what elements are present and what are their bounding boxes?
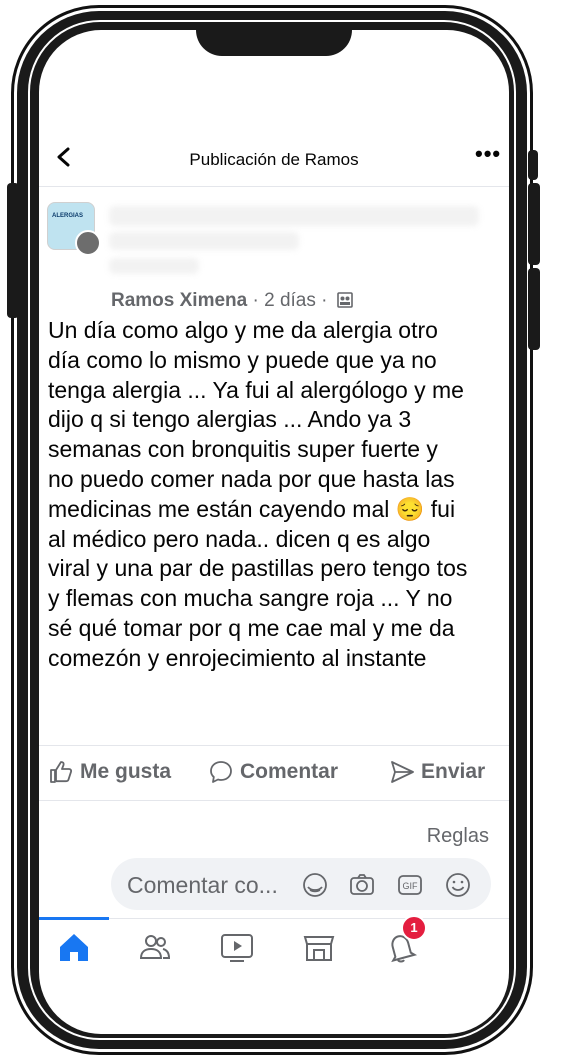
camera-icon[interactable] xyxy=(348,871,376,899)
active-tab-indicator xyxy=(39,917,109,920)
power-button-upper xyxy=(528,183,540,265)
post-meta: Ramos Ximena · 2 días · xyxy=(111,290,353,312)
home-icon[interactable] xyxy=(54,927,94,967)
phone-screen: Publicación de Ramos ••• ALERGIAS Ramos … xyxy=(39,30,509,1034)
author-name[interactable]: Ramos Ximena xyxy=(111,290,247,311)
comment-placeholder: Comentar co... xyxy=(127,872,278,898)
comment-bubble-icon xyxy=(210,761,232,783)
bottom-tab-bar: 1 xyxy=(39,915,509,979)
group-avatar[interactable]: ALERGIAS xyxy=(47,202,101,256)
avatar-sticker-icon[interactable] xyxy=(301,871,329,899)
author-avatar[interactable] xyxy=(75,230,101,256)
friends-icon[interactable] xyxy=(134,927,174,967)
group-audience-icon xyxy=(336,292,353,308)
volume-button xyxy=(7,183,19,318)
comment-input[interactable]: Comentar co... GIF xyxy=(111,858,491,910)
more-options-icon[interactable]: ••• xyxy=(475,143,501,168)
thumbs-up-icon xyxy=(50,761,73,783)
notifications-badge: 1 xyxy=(401,915,427,941)
comment-button[interactable]: Comentar xyxy=(208,759,338,785)
video-icon[interactable] xyxy=(217,927,257,967)
rules-link[interactable]: Reglas xyxy=(427,825,489,848)
emoji-icon[interactable] xyxy=(444,871,472,899)
post-body: Un día como algo y me da alergia otro dí… xyxy=(48,317,468,671)
marketplace-icon[interactable] xyxy=(299,927,339,967)
page-title: Publicación de Ramos xyxy=(189,150,359,169)
send-button[interactable]: Enviar xyxy=(389,759,485,785)
notch xyxy=(196,30,352,56)
post-header: Publicación de Ramos ••• xyxy=(39,130,509,187)
blurred-line xyxy=(109,258,199,274)
power-button-lower xyxy=(528,268,540,350)
svg-text:GIF: GIF xyxy=(403,881,419,891)
like-button[interactable]: Me gusta xyxy=(48,759,171,785)
send-arrow-icon xyxy=(391,761,414,783)
post-actions: Me gusta Comentar Enviar xyxy=(39,745,509,801)
blurred-line xyxy=(109,232,299,250)
post-time: · 2 días · xyxy=(247,290,333,311)
blurred-group-name xyxy=(109,206,479,226)
silent-switch xyxy=(528,150,538,180)
gif-icon[interactable]: GIF xyxy=(396,871,424,899)
